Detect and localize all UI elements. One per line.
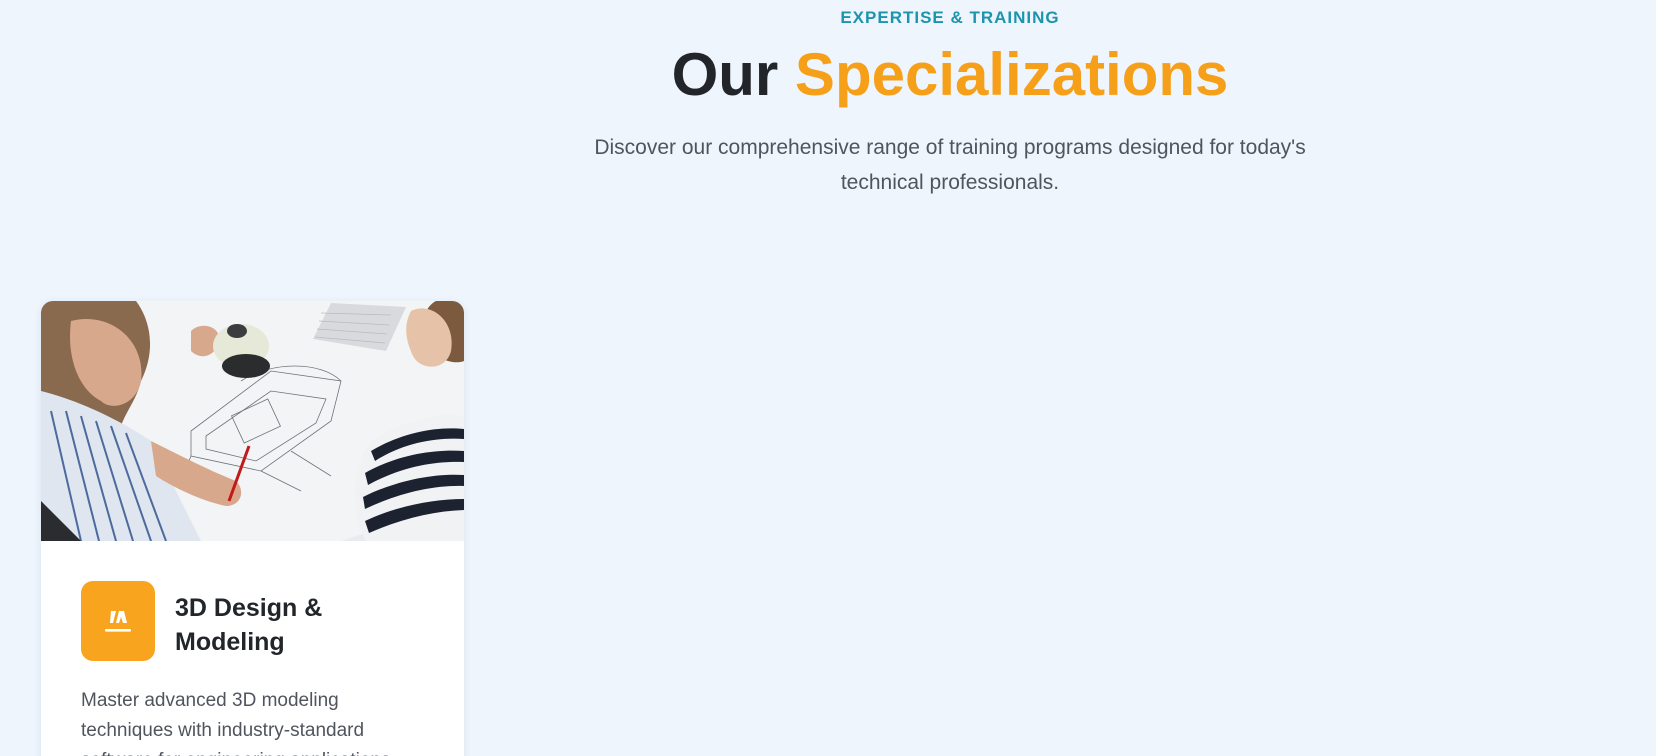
card-image bbox=[41, 301, 464, 541]
card-body: 3D Design & Modeling Master advanced 3D … bbox=[41, 541, 464, 756]
section-title-accent: Specializations bbox=[794, 41, 1229, 108]
card-title: 3D Design & Modeling bbox=[175, 594, 323, 656]
section-title: Our Specializations bbox=[0, 38, 1656, 112]
section-eyebrow: EXPERTISE & TRAINING bbox=[840, 8, 1060, 27]
section-subtitle: Discover our comprehensive range of trai… bbox=[594, 136, 1306, 194]
specialization-card-3d-design[interactable]: 3D Design & Modeling Master advanced 3D … bbox=[41, 301, 464, 756]
section-title-part1: Our bbox=[671, 41, 779, 108]
drafting-compass-icon bbox=[81, 581, 155, 661]
card-description: Master advanced 3D modeling techniques w… bbox=[81, 690, 396, 756]
